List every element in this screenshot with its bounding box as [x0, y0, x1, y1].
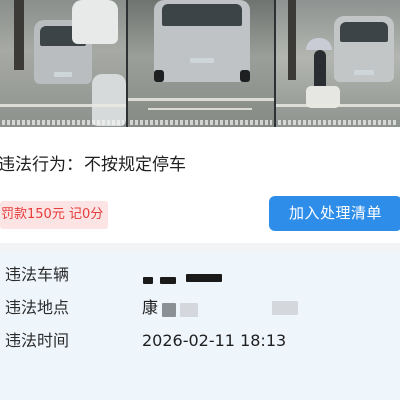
- redaction-mark: [162, 303, 176, 317]
- violation-details-card: 违法车辆 违法地点 康 违法时间 2026-02-11 18:13: [0, 252, 400, 400]
- license-plate: [190, 58, 214, 63]
- time-label: 违法时间: [5, 331, 70, 350]
- car-window: [340, 22, 388, 42]
- photo-timestamp: [2, 120, 124, 125]
- evidence-photo-strip: [0, 0, 400, 127]
- car-shape: [72, 0, 118, 44]
- redaction-mark: [272, 301, 298, 315]
- road-marking: [148, 108, 252, 110]
- wheel: [154, 70, 164, 82]
- license-plate: [354, 70, 374, 75]
- car-shape: [92, 74, 126, 126]
- vehicle-label: 违法车辆: [5, 265, 70, 284]
- violation-value: 不按规定停车: [84, 155, 186, 175]
- photo-timestamp: [130, 120, 272, 125]
- road-marking: [0, 104, 126, 107]
- time-value: 2026-02-11 18:13: [142, 331, 287, 350]
- fine-badge: 罚款150元 记0分: [0, 201, 108, 229]
- violation-label: 违法行为：: [0, 155, 83, 175]
- road-marking: [128, 98, 274, 101]
- license-plate: [54, 72, 72, 77]
- section-divider: [0, 243, 400, 252]
- detail-row-location: 违法地点 康: [0, 293, 400, 323]
- car-window: [162, 4, 242, 26]
- redaction-mark: [160, 277, 176, 284]
- location-value: 康: [142, 298, 159, 317]
- detail-row-vehicle: 违法车辆: [0, 260, 400, 290]
- redaction-mark: [180, 303, 198, 317]
- evidence-photo-3[interactable]: [276, 0, 400, 127]
- evidence-photo-2[interactable]: [128, 0, 274, 127]
- photo-timestamp: [278, 120, 398, 125]
- tree-trunk: [14, 0, 24, 70]
- violation-row: 违法行为： 不按规定停车: [0, 150, 400, 180]
- wheel: [240, 70, 250, 82]
- tree-trunk: [288, 0, 296, 80]
- road-marking: [276, 104, 400, 107]
- redaction-mark: [143, 277, 153, 284]
- detail-row-time: 违法时间 2026-02-11 18:13: [0, 326, 400, 356]
- redaction-mark: [186, 274, 222, 282]
- evidence-photo-1[interactable]: [0, 0, 126, 127]
- location-label: 违法地点: [5, 298, 70, 317]
- umbrella: [306, 38, 332, 50]
- add-to-list-button[interactable]: 加入处理清单: [269, 196, 400, 231]
